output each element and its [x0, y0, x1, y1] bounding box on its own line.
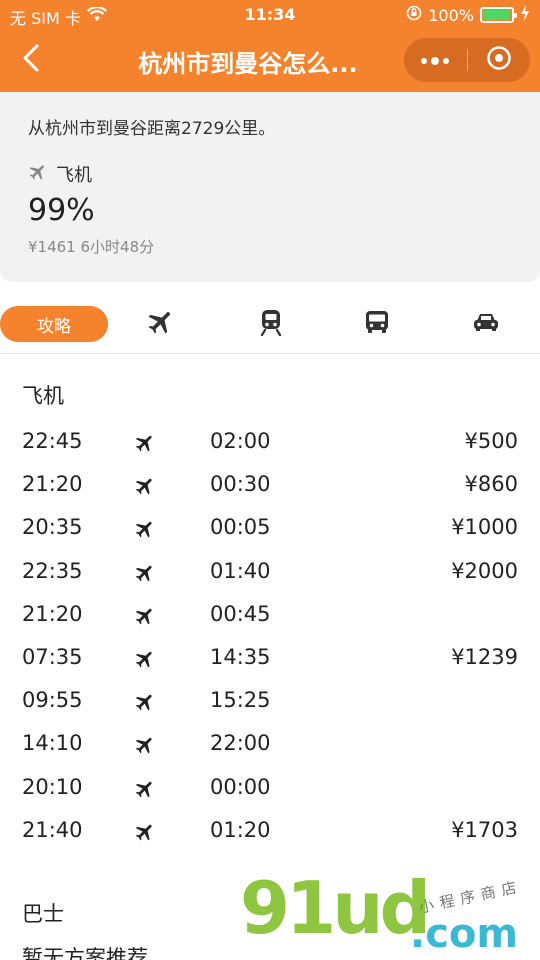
arrival-time: 00:45 — [210, 601, 271, 626]
plane-icon — [134, 605, 156, 627]
arrival-time: 00:05 — [210, 515, 271, 540]
tab-train[interactable] — [256, 306, 286, 342]
arrival-time: 01:20 — [210, 817, 271, 842]
flight-price: ¥1000 — [451, 515, 518, 540]
arrival-time: 00:30 — [210, 472, 271, 497]
tab-guide[interactable]: 攻略 — [0, 306, 108, 342]
flight-row[interactable]: 21:20 00:45 — [0, 596, 540, 639]
status-right: 100% — [406, 5, 530, 25]
plane-icon — [146, 307, 176, 341]
plane-icon — [134, 691, 156, 713]
flight-row[interactable]: 07:35 14:35 ¥1239 — [0, 639, 540, 682]
watermark-brand: 91ud — [240, 866, 431, 950]
train-icon — [259, 308, 283, 340]
departure-time: 20:10 — [22, 774, 83, 799]
arrival-time: 14:35 — [210, 645, 271, 669]
departure-time: 21:20 — [22, 472, 83, 497]
flight-row[interactable]: 21:20 00:30 ¥860 — [0, 466, 540, 509]
flight-price: ¥500 — [464, 429, 518, 453]
page-title: 杭州市到曼谷怎么... — [138, 50, 358, 78]
flight-row[interactable]: 22:45 02:00 ¥500 — [0, 423, 540, 466]
plane-icon — [134, 562, 156, 584]
car-icon — [472, 310, 500, 338]
flight-row[interactable]: 22:35 01:40 ¥2000 — [0, 553, 540, 596]
flight-row[interactable]: 20:35 00:05 ¥1000 — [0, 509, 540, 552]
mini-program-capsule — [404, 38, 530, 82]
more-dots-icon — [420, 51, 450, 70]
section-title-plane: 飞机 — [22, 384, 64, 408]
bus-empty-text: 暂无方案推荐 — [22, 946, 148, 960]
plane-icon — [134, 518, 156, 540]
flight-row[interactable]: 14:10 22:00 — [0, 725, 540, 768]
flight-price: ¥1239 — [451, 645, 518, 669]
back-button[interactable] — [14, 43, 48, 77]
arrival-time: 22:00 — [210, 731, 271, 756]
chevron-left-icon — [21, 43, 41, 77]
charging-icon — [520, 5, 530, 25]
transport-tabs: 攻略 — [0, 306, 540, 354]
departure-time: 22:35 — [22, 558, 83, 583]
distance-text: 从杭州市到曼谷距离2729公里。 — [28, 119, 276, 139]
tab-plane[interactable] — [146, 306, 176, 342]
departure-time: 07:35 — [22, 645, 83, 669]
departure-time: 20:35 — [22, 515, 83, 540]
route-summary: 从杭州市到曼谷距离2729公里。 飞机 99% ¥1461 6小时48分 — [0, 92, 540, 282]
watermark-domain: .com — [410, 911, 519, 957]
flight-row[interactable]: 21:40 01:20 ¥1703 — [0, 812, 540, 855]
more-button[interactable] — [404, 38, 467, 82]
flight-price: ¥860 — [464, 472, 518, 497]
target-circle-icon — [486, 45, 512, 75]
arrival-time: 15:25 — [210, 688, 271, 713]
plane-icon — [28, 162, 48, 187]
section-title-bus: 巴士 — [22, 902, 64, 926]
departure-time: 14:10 — [22, 731, 83, 756]
plane-icon — [134, 475, 156, 497]
mode-meta: ¥1461 6小时48分 — [28, 238, 155, 256]
flight-row[interactable]: 09:55 15:25 — [0, 682, 540, 725]
plane-icon — [134, 432, 156, 454]
flight-price: ¥1703 — [451, 817, 518, 842]
plane-icon — [134, 734, 156, 756]
arrival-time: 00:00 — [210, 774, 271, 799]
tab-car[interactable] — [471, 306, 501, 342]
battery-percent: 100% — [428, 5, 474, 25]
mode-percent: 99% — [28, 193, 95, 228]
watermark: 91ud .com 小程序商店 — [240, 870, 540, 960]
departure-time: 21:40 — [22, 817, 83, 842]
close-program-button[interactable] — [467, 38, 530, 82]
departure-time: 21:20 — [22, 601, 83, 626]
arrival-time: 02:00 — [210, 429, 271, 453]
flight-price: ¥2000 — [451, 558, 518, 583]
tab-bus[interactable] — [362, 306, 392, 342]
flight-row[interactable]: 20:10 00:00 — [0, 769, 540, 812]
bus-icon — [363, 308, 391, 340]
status-bar: 无 SIM 卡 11:34 100% — [0, 0, 540, 30]
departure-time: 22:45 — [22, 429, 83, 453]
mode-label: 飞机 — [56, 165, 92, 186]
recommended-mode: 飞机 — [28, 161, 512, 187]
orientation-lock-icon — [406, 5, 422, 25]
header: 无 SIM 卡 11:34 100% 杭州市到曼谷怎么... — [0, 0, 540, 92]
plane-icon — [134, 778, 156, 800]
plane-icon — [134, 821, 156, 843]
departure-time: 09:55 — [22, 688, 83, 713]
arrival-time: 01:40 — [210, 558, 271, 583]
battery-icon — [480, 7, 517, 23]
plane-icon — [134, 648, 156, 670]
nav-bar: 杭州市到曼谷怎么... — [0, 30, 540, 92]
